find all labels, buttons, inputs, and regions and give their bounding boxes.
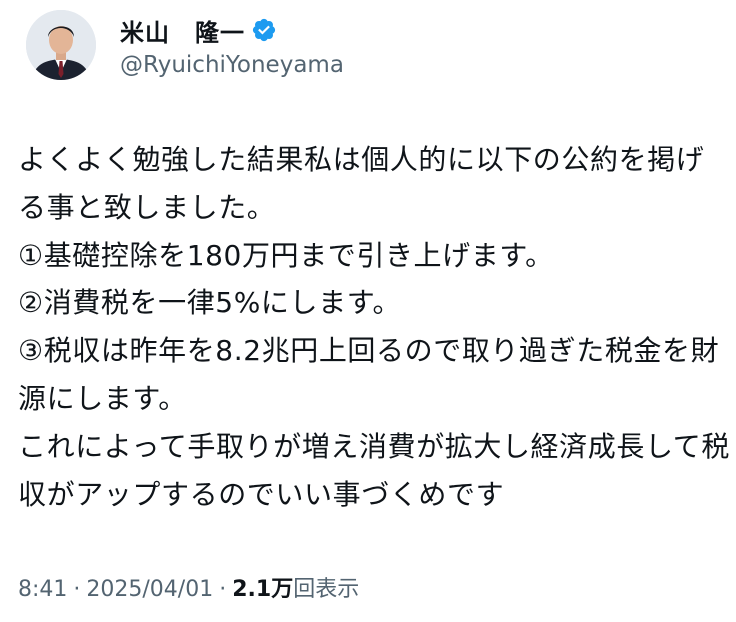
tweet-meta: 8:41 · 2025/04/01 · 2.1万 回表示 <box>18 571 359 603</box>
author-block: 米山 隆一 @RyuichiYoneyama <box>120 12 344 79</box>
meta-separator: · <box>219 577 227 602</box>
tweet-date[interactable]: 2025/04/01 <box>86 577 213 602</box>
views-count: 2.1万 <box>232 577 294 602</box>
author-handle[interactable]: @RyuichiYoneyama <box>120 52 344 78</box>
meta-separator: · <box>73 577 81 602</box>
author-display-name[interactable]: 米山 隆一 <box>120 13 245 48</box>
avatar[interactable] <box>26 10 96 80</box>
verified-badge-icon <box>251 17 277 43</box>
tweet-time[interactable]: 8:41 <box>18 577 67 602</box>
name-row: 米山 隆一 <box>120 12 344 48</box>
views-label: 回表示 <box>293 577 360 602</box>
avatar-image <box>26 10 96 80</box>
tweet-header: 米山 隆一 @RyuichiYoneyama <box>26 10 344 80</box>
tweet-text: よくよく勉強した結果私は個人的に以下の公約を掲げる事と致しました。 ①基礎控除を… <box>18 143 730 511</box>
